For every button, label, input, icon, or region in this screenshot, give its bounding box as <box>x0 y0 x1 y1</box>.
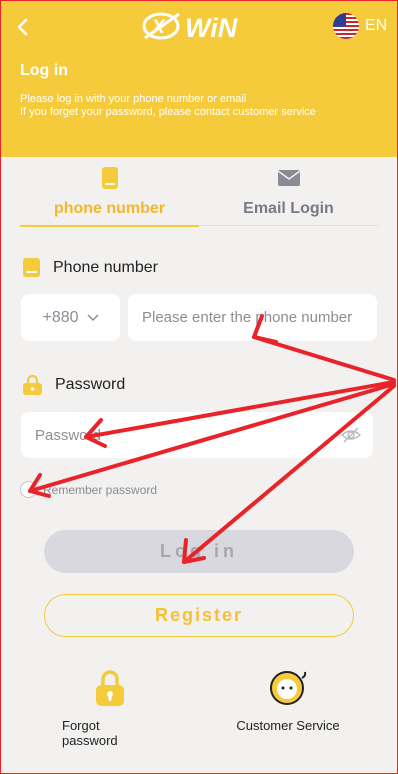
brand-logo: X WiN <box>139 8 261 44</box>
country-code-select[interactable]: +880 <box>21 294 120 341</box>
register-button[interactable]: Register <box>44 594 354 637</box>
subtitle-line-2: If you forget your password, please cont… <box>20 106 316 118</box>
page-title: Log in <box>20 62 68 79</box>
header: X WiN EN Log in Please log in with your … <box>0 0 398 157</box>
field-label-text: Password <box>55 376 126 393</box>
customer-service-icon <box>270 671 307 705</box>
back-button[interactable] <box>12 12 34 40</box>
phone-input[interactable] <box>128 294 377 341</box>
field-label-text: Phone number <box>53 258 158 276</box>
login-button[interactable]: Log in <box>44 530 354 573</box>
password-input[interactable] <box>21 412 373 458</box>
language-label: EN <box>365 17 388 34</box>
tab-email-login[interactable]: Email Login <box>199 160 378 226</box>
tab-phone-number[interactable]: phone number <box>20 160 199 227</box>
lock-icon <box>96 670 124 706</box>
us-flag-icon <box>333 13 359 39</box>
login-tabs: phone number Email Login <box>20 160 378 227</box>
remember-label: Remember password <box>43 482 158 497</box>
remember-password[interactable]: Remember password <box>20 481 157 498</box>
annotation-arrow <box>252 335 396 382</box>
customer-service-link[interactable]: Customer Service <box>234 668 342 733</box>
svg-text:X: X <box>151 17 166 38</box>
page-subtitle: Please log in with your phone number or … <box>20 93 380 119</box>
chevron-down-icon <box>86 313 99 321</box>
phone-icon <box>101 167 118 189</box>
forgot-password-link[interactable]: Forgot password <box>62 668 158 748</box>
language-selector[interactable]: EN <box>333 13 387 39</box>
subtitle-line-1: Please log in with your phone number or … <box>20 93 247 105</box>
remember-checkbox[interactable] <box>20 481 37 498</box>
customer-service-label: Customer Service <box>236 718 340 733</box>
forgot-password-label: Forgot password <box>62 718 118 748</box>
tab-label: phone number <box>53 200 166 217</box>
eye-off-icon <box>340 427 362 443</box>
chevron-left-icon <box>17 18 28 36</box>
phone-number-label: Phone number <box>22 257 158 278</box>
toggle-password-visibility[interactable] <box>340 424 362 446</box>
lock-icon <box>23 374 42 395</box>
password-label: Password <box>22 374 125 396</box>
country-code-value: +880 <box>42 308 79 326</box>
envelope-icon <box>277 170 300 186</box>
svg-text:WiN: WiN <box>185 13 238 43</box>
tab-label: Email Login <box>243 200 334 217</box>
phone-icon <box>23 258 40 277</box>
